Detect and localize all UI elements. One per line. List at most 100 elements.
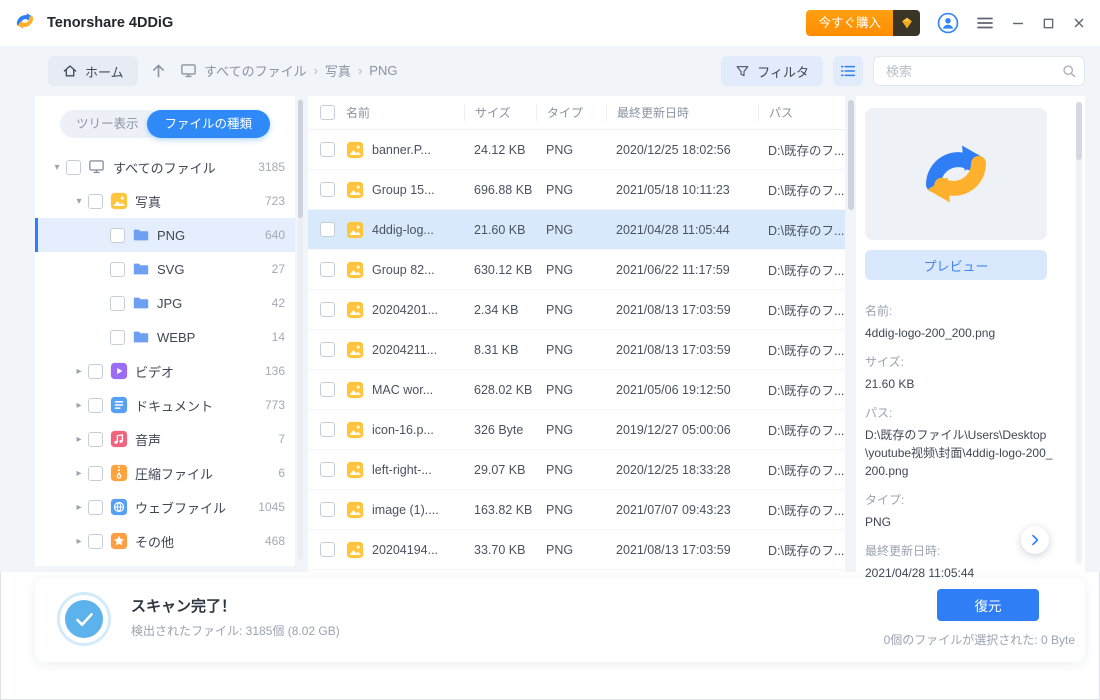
breadcrumb-item-png[interactable]: PNG [369, 63, 397, 78]
caret-right-icon[interactable]: ▸ [70, 400, 88, 411]
table-row[interactable]: 20204201... 2.34 KB PNG 2021/08/13 17:03:59… [308, 290, 845, 330]
tree-item-checkbox[interactable] [88, 193, 103, 209]
caret-right-icon[interactable]: ▸ [70, 502, 88, 513]
tree-item[interactable]: ▸ ドキュメント 773 [35, 388, 295, 422]
diamond-icon [893, 10, 920, 36]
tree-item-label: ウェブファイル [135, 500, 227, 516]
tree-item-checkbox[interactable] [88, 465, 103, 481]
tree-item-checkbox[interactable] [88, 397, 103, 413]
row-checkbox[interactable] [320, 382, 335, 397]
tree-item-checkbox[interactable] [110, 261, 125, 277]
tree-item-checkbox[interactable] [66, 159, 81, 175]
file-type: PNG [546, 422, 574, 437]
tree-item[interactable]: ▸ 音声 7 [35, 422, 295, 456]
home-button[interactable]: ホーム [48, 56, 138, 86]
tree-item[interactable]: SVG 27 [35, 252, 295, 286]
tree-item-checkbox[interactable] [88, 363, 103, 379]
tree-item[interactable]: ▸ ビデオ 136 [35, 354, 295, 388]
toolbar-right: フィルタ [721, 56, 1085, 86]
file-name: image (1).... [372, 502, 439, 517]
column-header-size[interactable]: サイズ [464, 104, 536, 121]
tree-item-label: ビデオ [135, 364, 175, 380]
breadcrumb-item-all-files[interactable]: すべてのファイル [204, 61, 307, 80]
tree-item-checkbox[interactable] [88, 431, 103, 447]
tree-item-count: 14 [271, 330, 285, 344]
row-checkbox[interactable] [320, 462, 335, 477]
menu-icon[interactable] [976, 14, 994, 32]
row-checkbox[interactable] [320, 542, 335, 557]
caret-down-icon[interactable]: ▾ [48, 162, 66, 173]
next-arrow-button[interactable] [1021, 526, 1049, 554]
tab-tree-view[interactable]: ツリー表示 [59, 110, 161, 138]
row-checkbox[interactable] [320, 222, 335, 237]
table-row[interactable]: banner.P... 24.12 KB PNG 2020/12/25 18:02:5… [308, 130, 845, 170]
titlebar: Tenorshare 4DDiG 今すぐ購入 [0, 0, 1100, 46]
table-row[interactable]: 20204194... 33.70 KB PNG 2021/08/13 17:03:5… [308, 530, 845, 570]
row-checkbox[interactable] [320, 422, 335, 437]
support-icon[interactable] [937, 12, 959, 34]
tree-item[interactable]: JPG 42 [35, 286, 295, 320]
row-checkbox[interactable] [320, 142, 335, 157]
tree-item[interactable]: ▾ すべてのファイル 3185 [35, 150, 295, 184]
maximize-button[interactable] [1042, 17, 1055, 30]
search-input[interactable] [873, 56, 1085, 86]
table-row[interactable]: MAC wor... 628.02 KB PNG 2021/05/06 19:12:5… [308, 370, 845, 410]
tree-item-checkbox[interactable] [88, 533, 103, 549]
caret-down-icon[interactable]: ▾ [70, 196, 88, 207]
image-file-icon [346, 421, 364, 439]
caret-right-icon[interactable]: ▸ [70, 434, 88, 445]
row-checkbox[interactable] [320, 182, 335, 197]
tree-item-checkbox[interactable] [110, 227, 125, 243]
tree-item-count: 136 [264, 364, 285, 378]
column-header-modified[interactable]: 最終更新日時 [606, 104, 758, 121]
table-row[interactable]: Group 82... 630.12 KB PNG 2021/06/22 11:17:… [308, 250, 845, 290]
caret-right-icon[interactable]: ▸ [70, 536, 88, 547]
table-row[interactable]: Group 15... 696.88 KB PNG 2021/05/18 10:11:… [308, 170, 845, 210]
table-scrollbar[interactable] [848, 100, 854, 566]
tree-item-checkbox[interactable] [110, 329, 125, 345]
file-modified: 2021/08/13 17:03:59 [616, 542, 731, 557]
scrollbar-thumb[interactable] [1076, 102, 1082, 160]
image-file-icon [346, 541, 364, 559]
row-checkbox[interactable] [320, 302, 335, 317]
file-preview-logo-icon [908, 126, 1004, 222]
audio-icon [110, 430, 128, 448]
select-all-checkbox[interactable] [320, 105, 335, 120]
close-button[interactable] [1072, 16, 1086, 30]
tree-item[interactable]: ▸ 圧縮ファイル 6 [35, 456, 295, 490]
tree-item[interactable]: ▸ その他 468 [35, 524, 295, 558]
caret-right-icon[interactable]: ▸ [70, 366, 88, 377]
recover-button[interactable]: 復元 [937, 589, 1039, 621]
tab-file-type[interactable]: ファイルの種類 [146, 110, 271, 138]
preview-button[interactable]: プレビュー [865, 250, 1047, 280]
scrollbar-thumb[interactable] [298, 100, 303, 218]
column-header-path[interactable]: パス [758, 104, 845, 121]
preview-scrollbar[interactable] [1076, 102, 1082, 564]
tree-item-checkbox[interactable] [110, 295, 125, 311]
tree-item[interactable]: WEBP 14 [35, 320, 295, 354]
row-checkbox[interactable] [320, 262, 335, 277]
minimize-button[interactable] [1011, 16, 1025, 30]
filter-button[interactable]: フィルタ [721, 56, 823, 86]
tree-item[interactable]: ▾ 写真 723 [35, 184, 295, 218]
list-view-toggle[interactable] [833, 56, 863, 86]
table-row[interactable]: icon-16.p... 326 Byte PNG 2019/12/27 05:00:… [308, 410, 845, 450]
table-row[interactable]: left-right-... 29.07 KB PNG 2020/12/25 18:3… [308, 450, 845, 490]
sidebar-scrollbar[interactable] [298, 100, 303, 560]
caret-right-icon[interactable]: ▸ [70, 468, 88, 479]
tree-item[interactable]: ▸ ウェブファイル 1045 [35, 490, 295, 524]
column-header-type[interactable]: タイプ [536, 104, 606, 121]
table-row[interactable]: image (1).... 163.82 KB PNG 2021/07/07 09:4… [308, 490, 845, 530]
breadcrumb-item-photos[interactable]: 写真 [325, 61, 351, 80]
scrollbar-thumb[interactable] [848, 100, 854, 210]
up-arrow-icon[interactable] [150, 62, 167, 79]
row-checkbox[interactable] [320, 502, 335, 517]
table-row[interactable]: 4ddig-log... 21.60 KB PNG 2021/04/28 11:05:… [308, 210, 845, 250]
column-header-name[interactable]: 名前 [346, 104, 464, 121]
tree-item-checkbox[interactable] [88, 499, 103, 515]
tree-item[interactable]: PNG 640 [35, 218, 295, 252]
file-name: banner.P... [372, 142, 431, 157]
table-row[interactable]: 20204211... 8.31 KB PNG 2021/08/13 17:03:59… [308, 330, 845, 370]
buy-now-button[interactable]: 今すぐ購入 [806, 10, 920, 36]
row-checkbox[interactable] [320, 342, 335, 357]
